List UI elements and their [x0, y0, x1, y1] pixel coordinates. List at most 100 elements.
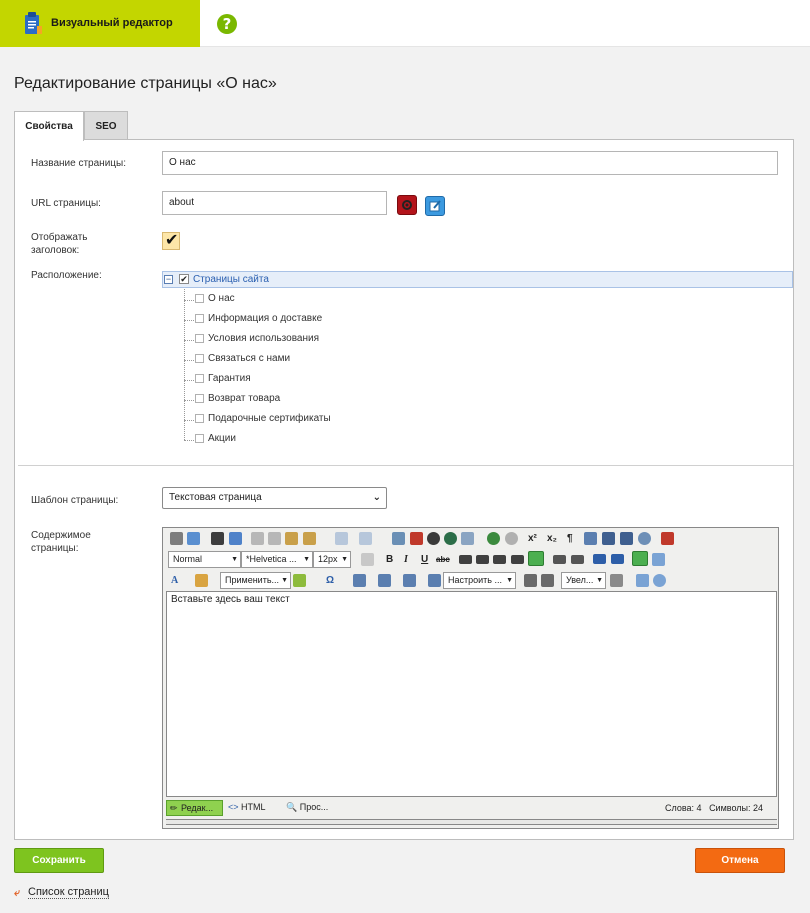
help-editor-icon[interactable] — [653, 574, 666, 587]
indent-icon[interactable] — [571, 555, 584, 564]
edit-icon — [429, 200, 441, 212]
bookmark-icon[interactable] — [610, 574, 623, 587]
unlink-icon[interactable] — [505, 532, 518, 545]
cancel-button[interactable]: Отмена — [695, 848, 785, 873]
apply-style-select[interactable]: Применить... ▼ — [220, 572, 291, 589]
page-name-input[interactable]: О нас — [162, 151, 778, 175]
format-select[interactable]: Normal ▼ — [168, 551, 241, 568]
tree-item-checkbox[interactable] — [195, 314, 204, 323]
tree-item-checkbox[interactable] — [195, 394, 204, 403]
redo-icon[interactable] — [359, 532, 372, 545]
pilcrow-icon[interactable]: ¶ — [567, 531, 573, 546]
select-all-icon[interactable] — [229, 532, 242, 545]
format-select-value: Normal — [173, 554, 203, 564]
tab-properties[interactable]: Свойства — [14, 111, 84, 141]
font-size-down-icon[interactable] — [541, 574, 554, 587]
outdent-icon[interactable] — [553, 555, 566, 564]
underline-button[interactable]: U — [421, 552, 428, 567]
tab-seo[interactable]: SEO — [84, 111, 128, 140]
table-icon[interactable] — [353, 574, 366, 587]
print-icon[interactable] — [170, 532, 183, 545]
ordered-list-icon[interactable] — [593, 554, 606, 564]
tree-root-label[interactable]: Страницы сайта — [193, 274, 269, 285]
save-button[interactable]: Сохранить — [14, 848, 104, 873]
page-url-label: URL страницы: — [31, 198, 101, 209]
help-icon[interactable]: ? — [217, 14, 237, 34]
highlight-color-icon[interactable] — [195, 574, 208, 587]
cut-icon[interactable] — [251, 532, 264, 545]
edit-url-button[interactable] — [425, 196, 445, 216]
strikethrough-button[interactable]: abc — [436, 552, 450, 567]
show-title-checkbox[interactable]: ✔ — [162, 232, 180, 250]
image-map-icon[interactable] — [428, 574, 441, 587]
special-chars-icon[interactable]: Ω — [326, 573, 334, 588]
gear-icon — [402, 200, 412, 210]
editor-resize-handle[interactable] — [166, 819, 777, 825]
chart-icon[interactable] — [461, 532, 474, 545]
align-left-icon[interactable] — [459, 555, 472, 564]
bold-button[interactable]: B — [386, 552, 393, 567]
find-icon[interactable] — [211, 532, 224, 545]
image-icon[interactable] — [392, 532, 405, 545]
font-size-value: 12px — [318, 554, 338, 564]
subscript-icon[interactable]: x₂ — [547, 531, 557, 546]
copy-icon[interactable] — [268, 532, 281, 545]
show-title-label-line2: заголовок: — [31, 245, 80, 256]
tune-select[interactable]: Настроить ... ▼ — [443, 572, 516, 589]
insert-date-icon[interactable] — [584, 532, 597, 545]
insert-row-icon[interactable] — [403, 574, 416, 587]
cursor-icon[interactable] — [636, 574, 649, 587]
insert-media-icon[interactable] — [410, 532, 423, 545]
tree-item-checkbox[interactable] — [195, 374, 204, 383]
unordered-list-icon[interactable] — [611, 554, 624, 564]
media-icon[interactable] — [444, 532, 457, 545]
content-label-line2: страницы: — [31, 543, 79, 554]
paste-special-icon[interactable] — [303, 532, 316, 545]
undo-icon[interactable] — [335, 532, 348, 545]
layer-icon[interactable] — [632, 551, 648, 566]
zoom-select[interactable]: Увел... ▼ — [561, 572, 606, 589]
spellcheck-toggle-icon[interactable] — [652, 553, 665, 566]
table-props-icon[interactable] — [378, 574, 391, 587]
tree-item-checkbox[interactable] — [195, 414, 204, 423]
font-color-icon[interactable]: A — [171, 573, 178, 588]
template-select[interactable]: Текстовая страница ⌄ — [162, 487, 387, 509]
align-right-icon[interactable] — [493, 555, 506, 564]
generate-url-button[interactable] — [397, 195, 417, 215]
template-icon[interactable] — [620, 532, 633, 545]
chevron-down-icon: ▼ — [303, 556, 310, 563]
align-full-icon[interactable] — [528, 551, 544, 566]
mode-design-tab[interactable]: ✏ Редак... — [166, 800, 223, 816]
spellcheck-icon[interactable] — [187, 532, 200, 545]
chevron-down-icon: ▼ — [231, 556, 238, 563]
top-bar: Визуальный редактор ? — [0, 0, 810, 47]
tree-item-checkbox[interactable] — [195, 334, 204, 343]
link-icon[interactable] — [487, 532, 500, 545]
cleanup-icon[interactable] — [661, 532, 674, 545]
page-url-input[interactable]: about — [162, 191, 387, 215]
paragraph-icon[interactable] — [602, 532, 615, 545]
flash-icon[interactable] — [427, 532, 440, 545]
font-size-up-icon[interactable] — [524, 574, 537, 587]
clock-icon[interactable] — [638, 532, 651, 545]
superscript-icon[interactable]: x² — [528, 531, 537, 546]
font-size-select[interactable]: 12px ▼ — [313, 551, 351, 568]
font-family-select[interactable]: *Helvetica ... ▼ — [241, 551, 313, 568]
collapse-icon[interactable]: − — [164, 275, 173, 284]
mode-preview-tab[interactable]: 🔍 Прос... — [286, 802, 328, 813]
tree-item-checkbox[interactable] — [195, 354, 204, 363]
align-justify-icon[interactable] — [511, 555, 524, 564]
mode-html-tab[interactable]: <> HTML — [228, 802, 266, 812]
editor-content-area[interactable]: Вставьте здесь ваш текст — [166, 591, 777, 797]
format-brush-icon[interactable] — [293, 574, 306, 587]
tree-item-checkbox[interactable] — [195, 434, 204, 443]
toolbar-row-1: x² x₂ ¶ — [167, 529, 775, 548]
brand-area[interactable]: Визуальный редактор — [0, 0, 200, 47]
tree-root-checkbox[interactable]: ✔ — [179, 274, 189, 284]
template-select-value: Текстовая страница — [169, 492, 262, 503]
italic-button[interactable]: I — [404, 552, 408, 567]
tree-item-checkbox[interactable] — [195, 294, 204, 303]
styles-icon[interactable] — [361, 553, 374, 566]
align-center-icon[interactable] — [476, 555, 489, 564]
paste-icon[interactable] — [285, 532, 298, 545]
